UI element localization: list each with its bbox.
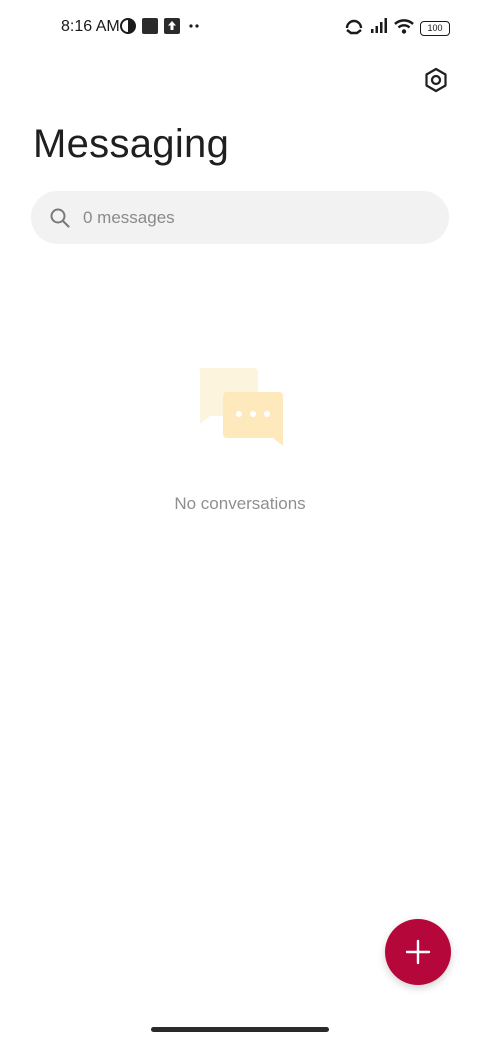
- more-dots-icon: [186, 18, 202, 39]
- empty-state-text: No conversations: [174, 494, 306, 513]
- chat-bubbles-icon: [196, 368, 286, 448]
- page-title: Messaging: [33, 122, 230, 166]
- new-conversation-button[interactable]: [385, 919, 451, 985]
- notification-square-icon: [142, 17, 158, 39]
- search-input[interactable]: 0 messages: [31, 191, 449, 244]
- plus-icon: [405, 939, 431, 965]
- status-left-icons: [120, 17, 202, 39]
- status-bar: 8:16 AM 100: [0, 0, 480, 56]
- battery-icon: 100: [420, 20, 450, 36]
- wifi-icon: [394, 17, 414, 40]
- search-placeholder: 0 messages: [83, 207, 175, 227]
- cellular-signal-icon: [370, 17, 388, 40]
- status-time: 8:16 AM: [61, 18, 120, 35]
- settings-hexagon-icon: [425, 67, 447, 93]
- home-indicator[interactable]: [151, 1027, 329, 1032]
- settings-button[interactable]: [420, 64, 452, 96]
- hotspot-icon: [344, 16, 364, 41]
- search-icon: [50, 208, 70, 228]
- upload-icon: [164, 17, 180, 39]
- status-right-icons: 100: [344, 16, 450, 41]
- data-saver-icon: [120, 17, 136, 39]
